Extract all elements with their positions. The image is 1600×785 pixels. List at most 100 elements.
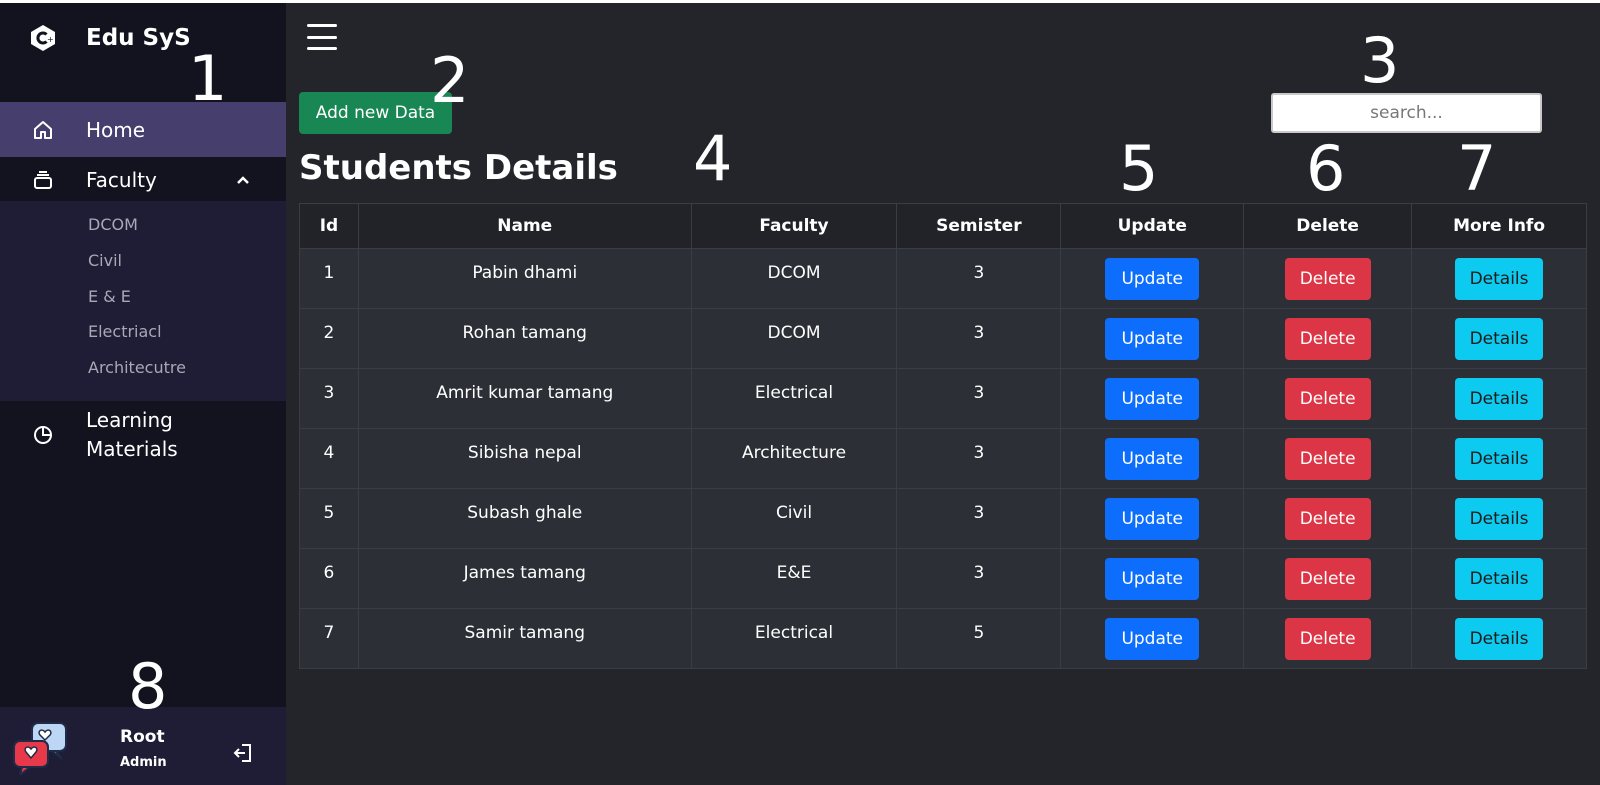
column-header-faculty: Faculty [690,203,898,249]
details-button[interactable]: Details [1455,437,1544,480]
stack-icon [30,167,56,193]
cell-semister: 3 [896,368,1062,429]
column-header-id: Id [299,203,359,249]
students-table: Id Name Faculty Semister Update Delete M… [299,203,1587,669]
cell-faculty: Architecture [690,428,898,489]
user-role: Admin [120,755,167,770]
cell-semister: 5 [896,608,1062,669]
delete-button[interactable]: Delete [1284,317,1371,360]
cell-semister: 3 [896,248,1062,309]
brand[interactable]: + Edu SyS [28,23,191,53]
column-header-semister: Semister [896,203,1062,249]
column-header-delete: Delete [1243,203,1413,249]
cell-id: 1 [299,248,359,309]
delete-button[interactable]: Delete [1284,437,1371,480]
faculty-submenu: DCOM Civil E & E Electriacl Architecutre [0,201,286,401]
cell-id: 6 [299,548,359,609]
cell-id: 2 [299,308,359,369]
cell-id: 7 [299,608,359,669]
sidebar-item-label: Home [86,117,146,142]
cell-semister: 3 [896,548,1062,609]
cell-name: Sibisha nepal [357,428,692,489]
cell-semister: 3 [896,428,1062,489]
cell-faculty: Electrical [690,368,898,429]
submenu-item-e-and-e[interactable]: E & E [88,287,131,306]
annotation-marker-7: 7 [1457,132,1497,205]
table-row: 3 Amrit kumar tamang Electrical 3 Update… [299,368,1587,429]
annotation-marker-4: 4 [693,122,733,195]
cell-id: 4 [299,428,359,489]
sidebar-item-home[interactable]: Home [0,102,286,157]
annotation-marker-1: 1 [188,42,228,115]
sidebar-item-faculty[interactable]: Faculty [0,160,286,200]
column-header-name: Name [357,203,692,249]
update-button[interactable]: Update [1105,617,1200,660]
table-row: 4 Sibisha nepal Architecture 3 Update De… [299,428,1587,489]
details-button[interactable]: Details [1455,257,1544,300]
cell-name: Pabin dhami [357,248,692,309]
svg-text:+: + [47,35,54,44]
cell-name: James tamang [357,548,692,609]
update-button[interactable]: Update [1105,257,1200,300]
cell-name: Samir tamang [357,608,692,669]
submenu-item-dcom[interactable]: DCOM [88,215,138,234]
learning-line-2: Materials [86,437,178,461]
details-button[interactable]: Details [1455,497,1544,540]
search-input[interactable] [1271,93,1542,133]
delete-button[interactable]: Delete [1284,257,1371,300]
submenu-item-electrical[interactable]: Electriacl [88,322,162,341]
table-row: 2 Rohan tamang DCOM 3 Update Delete Deta… [299,308,1587,369]
cell-name: Rohan tamang [357,308,692,369]
delete-button[interactable]: Delete [1284,497,1371,540]
brand-logo-icon: + [28,23,58,53]
details-button[interactable]: Details [1455,317,1544,360]
menu-icon[interactable] [307,24,337,50]
update-button[interactable]: Update [1105,557,1200,600]
brand-name: Edu SyS [86,25,191,51]
details-button[interactable]: Details [1455,377,1544,420]
delete-button[interactable]: Delete [1284,617,1371,660]
annotation-marker-2: 2 [430,44,470,117]
submenu-item-architecture[interactable]: Architecutre [88,358,186,377]
update-button[interactable]: Update [1105,497,1200,540]
chevron-up-icon[interactable] [233,170,253,190]
details-button[interactable]: Details [1455,617,1544,660]
annotation-marker-3: 3 [1360,24,1400,97]
cell-faculty: E&E [690,548,898,609]
user-name: Root [120,727,165,747]
page-title: Students Details [299,148,618,188]
cell-id: 5 [299,488,359,549]
update-button[interactable]: Update [1105,317,1200,360]
cell-name: Subash ghale [357,488,692,549]
home-icon [30,117,56,143]
logout-icon[interactable] [231,741,255,765]
details-button[interactable]: Details [1455,557,1544,600]
column-header-more-info: More Info [1411,203,1587,249]
annotation-marker-6: 6 [1306,132,1346,205]
table-header-row: Id Name Faculty Semister Update Delete M… [299,203,1587,249]
delete-button[interactable]: Delete [1284,557,1371,600]
submenu-item-civil[interactable]: Civil [88,251,122,270]
table-row: 5 Subash ghale Civil 3 Update Delete Det… [299,488,1587,549]
learning-line-1: Learning [86,408,173,432]
update-button[interactable]: Update [1105,377,1200,420]
pie-chart-icon [30,422,56,448]
table-row: 7 Samir tamang Electrical 5 Update Delet… [299,608,1587,669]
annotation-marker-8: 8 [128,650,168,723]
update-button[interactable]: Update [1105,437,1200,480]
sidebar-item-label: Faculty [86,168,157,192]
table-row: 6 James tamang E&E 3 Update Delete Detai… [299,548,1587,609]
cell-semister: 3 [896,308,1062,369]
cell-name: Amrit kumar tamang [357,368,692,429]
column-header-update: Update [1060,203,1245,249]
sidebar-item-learning-materials[interactable]: Learning Materials [0,403,286,467]
cell-semister: 3 [896,488,1062,549]
table-row: 1 Pabin dhami DCOM 3 Update Delete Detai… [299,248,1587,309]
avatar-chat-icon [12,719,70,778]
cell-faculty: DCOM [690,308,898,369]
cell-faculty: DCOM [690,248,898,309]
sidebar-item-label: Learning Materials [86,406,178,464]
annotation-marker-5: 5 [1119,132,1159,205]
delete-button[interactable]: Delete [1284,377,1371,420]
cell-faculty: Civil [690,488,898,549]
